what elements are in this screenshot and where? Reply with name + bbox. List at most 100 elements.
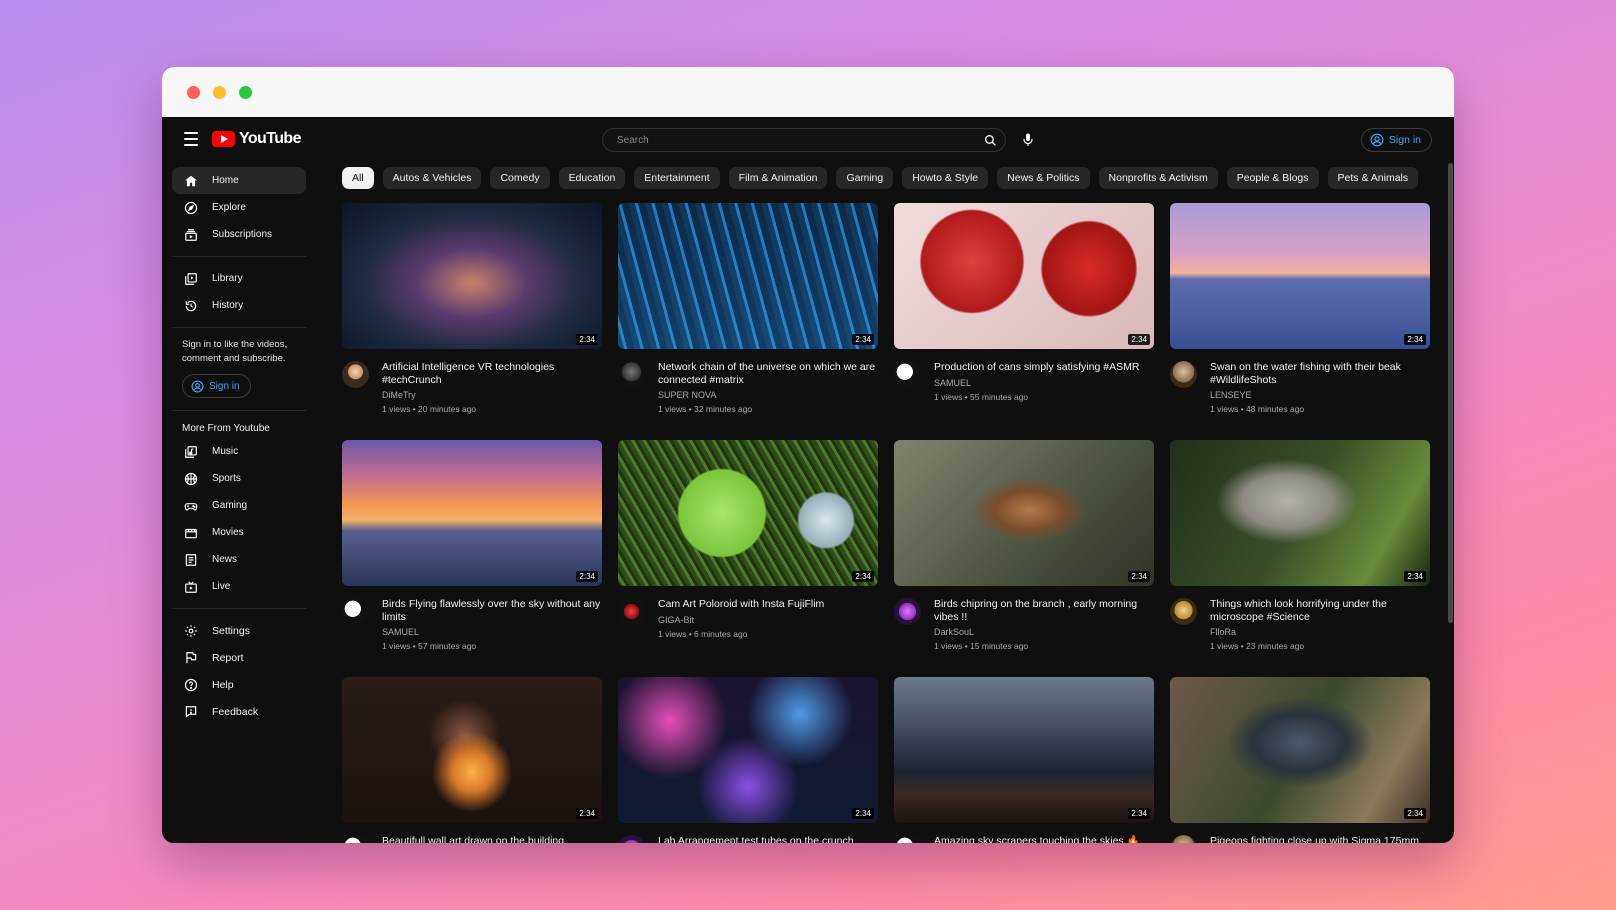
channel-name[interactable]: SAMUEL — [934, 378, 1154, 388]
chip-gaming[interactable]: Gaming — [836, 167, 894, 189]
close-window-button[interactable] — [187, 85, 200, 99]
sidebar-item-gaming[interactable]: Gaming — [172, 492, 306, 519]
channel-name[interactable]: SAMUEL — [382, 627, 602, 637]
sidebar-item-report[interactable]: Report — [172, 644, 306, 671]
channel-avatar[interactable] — [1170, 598, 1197, 625]
channel-avatar[interactable] — [894, 835, 921, 843]
video-title[interactable]: Swan on the water fishing with their bea… — [1210, 361, 1430, 386]
window-titlebar — [162, 67, 1454, 117]
sidebar-item-history[interactable]: History — [172, 292, 306, 319]
page-scrollbar[interactable] — [1448, 163, 1454, 843]
video-title[interactable]: Birds chipring on the branch , early mor… — [934, 598, 1154, 623]
sidebar-item-label: Feedback — [212, 705, 259, 718]
chip-nonprofits-activism[interactable]: Nonprofits & Activism — [1098, 167, 1218, 189]
channel-avatar[interactable] — [894, 598, 921, 625]
video-thumbnail[interactable]: 2:34 — [342, 677, 602, 823]
compass-icon — [184, 201, 198, 214]
channel-name[interactable]: SUPER NOVA — [658, 390, 878, 400]
channel-avatar[interactable] — [342, 361, 369, 388]
video-title[interactable]: Artificial Intelligence VR technologies … — [382, 361, 602, 386]
video-title[interactable]: Network chain of the universe on which w… — [658, 361, 878, 386]
video-title[interactable]: Cam Art Poloroid with Insta FujiFlim — [658, 598, 878, 611]
chip-entertainment[interactable]: Entertainment — [634, 167, 720, 189]
video-thumbnail[interactable]: 2:34 — [618, 203, 878, 349]
video-title[interactable]: Pigeons fighting close up with Sigma 175… — [1210, 835, 1430, 843]
youtube-logo[interactable]: YouTube — [212, 130, 301, 148]
menu-icon[interactable] — [184, 132, 198, 146]
channel-avatar[interactable] — [342, 835, 369, 843]
sidebar-item-settings[interactable]: Settings — [172, 617, 306, 644]
channel-avatar[interactable] — [342, 598, 369, 625]
video-thumbnail[interactable]: 2:34 — [894, 440, 1154, 586]
search-icon[interactable] — [975, 129, 1005, 151]
video-title[interactable]: Birds Flying flawlessly over the sky wit… — [382, 598, 602, 623]
scrollbar-thumb[interactable] — [1448, 163, 1453, 623]
history-icon — [185, 300, 197, 311]
sidebar-item-label: Report — [212, 651, 244, 664]
video-card: 2:34 Lab Arrangement test tubes on the c… — [618, 677, 878, 843]
channel-avatar[interactable] — [1170, 361, 1197, 388]
search-input[interactable] — [617, 134, 975, 146]
sidebar-item-feedback[interactable]: Feedback — [172, 698, 306, 725]
channel-name[interactable]: DiMeTry — [382, 390, 602, 400]
video-thumbnail[interactable]: 2:34 — [894, 677, 1154, 823]
chip-pets-animals[interactable]: Pets & Animals — [1327, 167, 1419, 189]
chip-howto-style[interactable]: Howto & Style — [902, 167, 989, 189]
chip-education[interactable]: Education — [558, 167, 626, 189]
sidebar-item-sports[interactable]: Sports — [172, 465, 306, 492]
channel-name[interactable]: LENSEYE — [1210, 390, 1430, 400]
channel-name[interactable]: DarkSouL — [934, 627, 1154, 637]
video-thumbnail[interactable]: 2:34 — [342, 203, 602, 349]
video-thumbnail[interactable]: 2:34 — [1170, 677, 1430, 823]
sidebar-item-music[interactable]: Music — [172, 438, 306, 465]
video-thumbnail[interactable]: 2:34 — [618, 677, 878, 823]
sidebar-item-home[interactable]: Home — [172, 167, 306, 194]
channel-avatar[interactable] — [618, 598, 645, 625]
sidebar-item-movies[interactable]: Movies — [172, 519, 306, 546]
sidebar-item-help[interactable]: Help — [172, 671, 306, 698]
sidebar-item-news[interactable]: News — [172, 546, 306, 573]
channel-name[interactable]: FlloRa — [1210, 627, 1430, 637]
video-title[interactable]: Amazing sky scrapers touching the skies … — [934, 835, 1154, 843]
channel-avatar[interactable] — [618, 361, 645, 388]
chip-all[interactable]: All — [342, 167, 374, 189]
sidebar-sign-in-button[interactable]: Sign in — [182, 374, 251, 398]
sidebar-item-label: Home — [212, 175, 239, 186]
minimize-window-button[interactable] — [213, 85, 226, 99]
video-title[interactable]: Things which look horrifying under the m… — [1210, 598, 1430, 623]
video-card: 2:34 Artificial Intelligence VR technolo… — [342, 203, 602, 414]
video-thumbnail[interactable]: 2:34 — [1170, 203, 1430, 349]
movies-icon — [185, 528, 197, 538]
chip-film-animation[interactable]: Film & Animation — [728, 167, 828, 189]
video-title[interactable]: Lab Arrangement test tubes on the crunch — [658, 835, 878, 843]
video-title[interactable]: Beautifull wall art drawn on the buildin… — [382, 835, 602, 843]
video-duration: 2:34 — [576, 808, 598, 819]
microphone-icon[interactable] — [1017, 129, 1039, 151]
channel-avatar[interactable] — [894, 361, 921, 388]
video-thumbnail[interactable]: 2:34 — [894, 203, 1154, 349]
chip-autos-vehicles[interactable]: Autos & Vehicles — [382, 167, 482, 189]
video-thumbnail[interactable]: 2:34 — [618, 440, 878, 586]
sidebar-divider — [172, 608, 306, 609]
video-duration: 2:34 — [1404, 808, 1426, 819]
sports-icon — [184, 472, 198, 485]
sidebar-item-live[interactable]: Live — [172, 573, 306, 600]
video-thumbnail[interactable]: 2:34 — [1170, 440, 1430, 586]
chip-people-blogs[interactable]: People & Blogs — [1226, 167, 1319, 189]
channel-avatar[interactable] — [1170, 835, 1197, 843]
chip-comedy[interactable]: Comedy — [490, 167, 550, 189]
video-thumbnail[interactable]: 2:34 — [342, 440, 602, 586]
sidebar-item-subscriptions[interactable]: Subscriptions — [172, 221, 306, 248]
video-title[interactable]: Production of cans simply satisfying #AS… — [934, 361, 1154, 374]
channel-avatar[interactable] — [618, 835, 645, 843]
video-duration: 2:34 — [852, 334, 874, 345]
chip-news-politics[interactable]: News & Politics — [997, 167, 1090, 189]
channel-name[interactable]: GIGA-Bit — [658, 615, 878, 625]
sidebar-item-explore[interactable]: Explore — [172, 194, 306, 221]
header-sign-in-button[interactable]: Sign in — [1360, 128, 1432, 152]
video-stats: 1 views • 6 minutes ago — [658, 628, 748, 639]
maximize-window-button[interactable] — [239, 85, 252, 99]
gear-icon — [185, 624, 197, 637]
feedback-icon — [185, 705, 197, 718]
sidebar-item-library[interactable]: Library — [172, 265, 306, 292]
